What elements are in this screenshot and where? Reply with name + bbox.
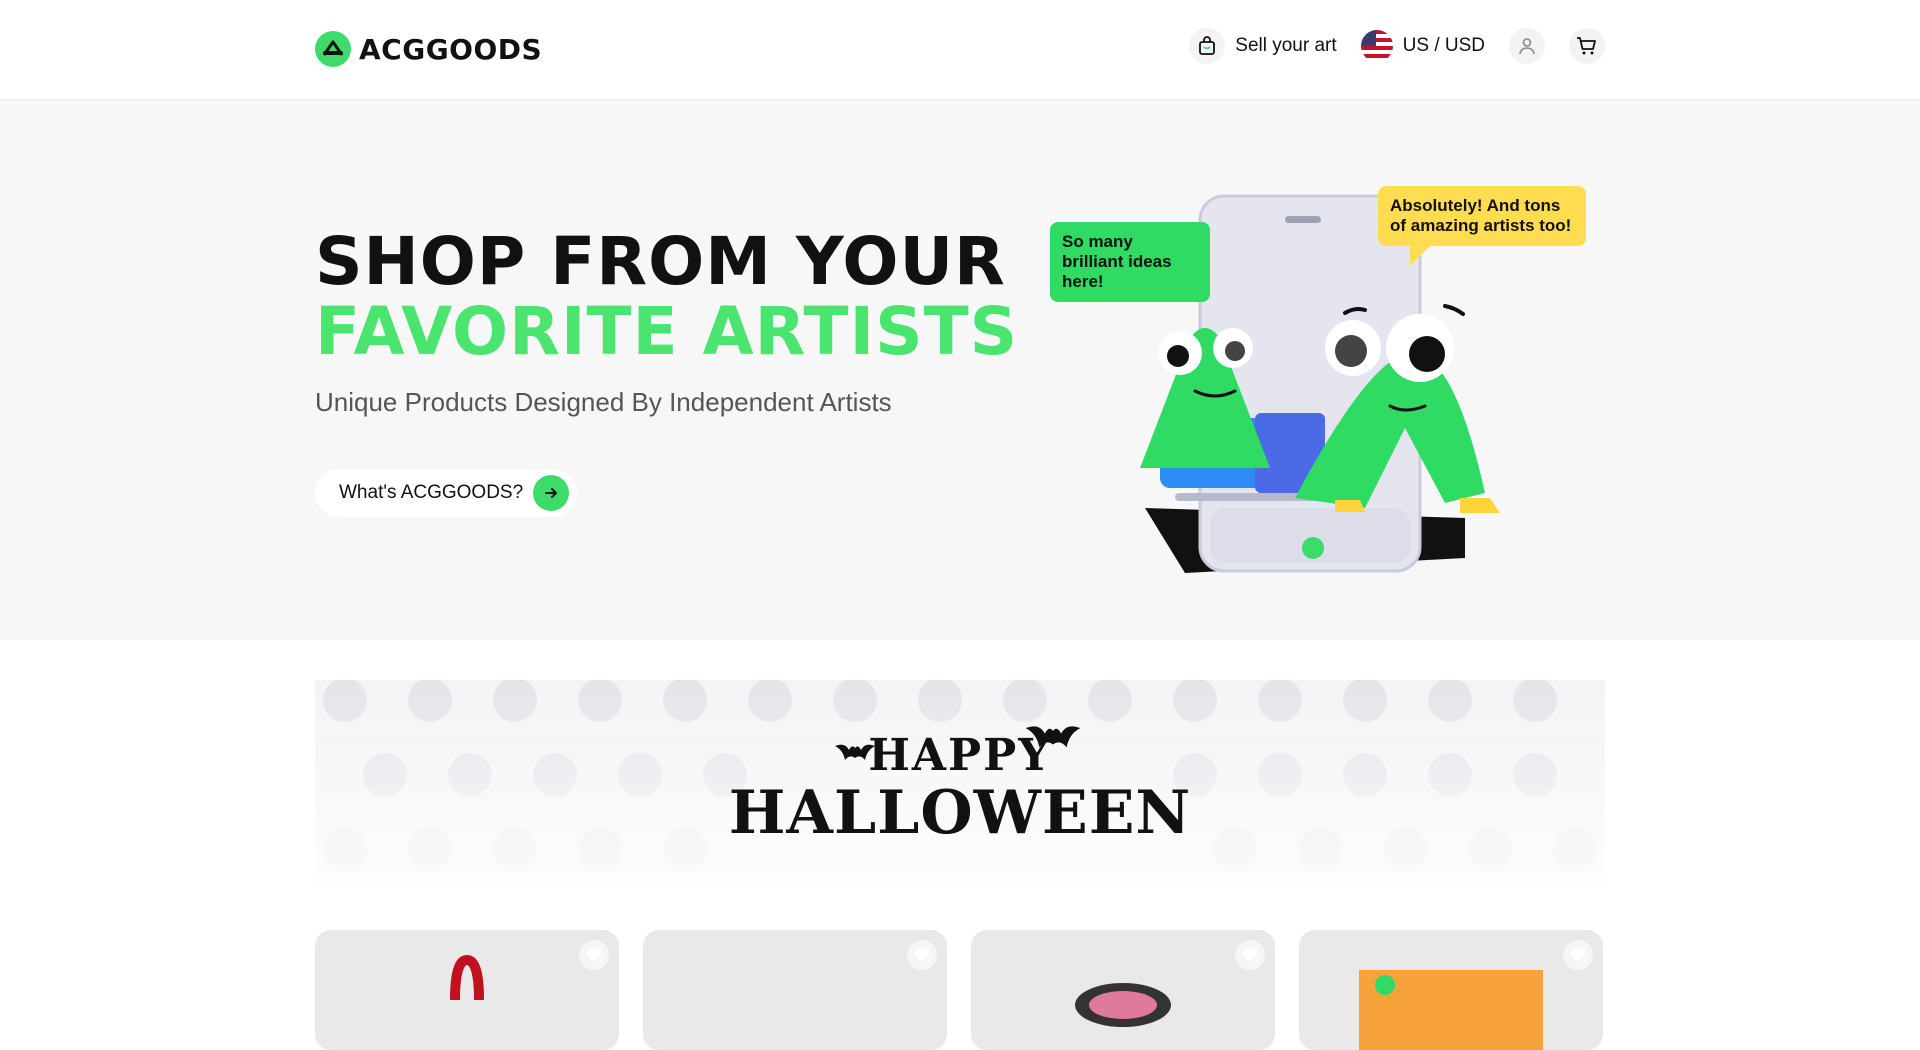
product-card[interactable] <box>971 930 1275 1050</box>
arrow-right-icon <box>533 475 570 511</box>
favorite-heart-icon[interactable] <box>907 940 937 970</box>
sell-your-art-link[interactable]: Sell your art <box>1189 28 1337 64</box>
product-card[interactable] <box>1299 930 1603 1050</box>
hero-title-line1: SHOP FROM YOUR <box>315 223 1006 300</box>
sell-your-art-label: Sell your art <box>1235 35 1337 56</box>
cart-icon <box>1577 37 1596 55</box>
favorite-heart-icon[interactable] <box>1563 940 1593 970</box>
speech-bubble-left: So many brilliant ideas here! <box>1050 222 1210 302</box>
user-icon <box>1519 38 1535 55</box>
brand-name: ACGGOODS <box>359 32 543 66</box>
hero-section: SHOP FROM YOUR FAVORITE ARTISTS Unique P… <box>0 100 1920 640</box>
banner-happy: HAPPY <box>868 730 1052 781</box>
product-card[interactable] <box>643 930 947 1050</box>
product-image <box>1075 983 1171 1027</box>
banner-halloween: HALLOWEEN <box>728 778 1192 848</box>
region-currency-label: US / USD <box>1402 35 1485 56</box>
hero-title-line2: FAVORITE ARTISTS <box>315 293 1019 370</box>
speech-bubble-right: Absolutely! And tons of amazing artists … <box>1378 186 1586 246</box>
halloween-banner[interactable]: HAPPY HALLOWEEN <box>315 680 1605 886</box>
shopping-bag-icon <box>1189 28 1226 64</box>
whats-acggoods-label: What's ACGGOODS? <box>339 482 524 503</box>
cart-button[interactable] <box>1569 28 1605 64</box>
us-flag-icon <box>1360 30 1393 62</box>
site-header: ACGGOODS Sell your art US / USD <box>0 0 1920 100</box>
brand-logo[interactable]: ACGGOODS <box>315 31 542 67</box>
product-image <box>1359 970 1543 1050</box>
whats-acggoods-button[interactable]: What's ACGGOODS? <box>315 469 578 517</box>
hero-subtitle: Unique Products Designed By Independent … <box>315 387 892 417</box>
product-image <box>450 954 484 1001</box>
region-currency-selector[interactable]: US / USD <box>1360 30 1485 62</box>
hero-illustration: So many brilliant ideas here! Absolutely… <box>1045 178 1605 598</box>
favorite-heart-icon[interactable] <box>579 940 609 970</box>
product-grid <box>315 930 1605 1050</box>
logo-icon <box>315 31 351 67</box>
product-card[interactable] <box>315 930 619 1050</box>
header-nav: Sell your art US / USD <box>1189 28 1605 64</box>
favorite-heart-icon[interactable] <box>1235 940 1265 970</box>
account-button[interactable] <box>1509 28 1545 64</box>
